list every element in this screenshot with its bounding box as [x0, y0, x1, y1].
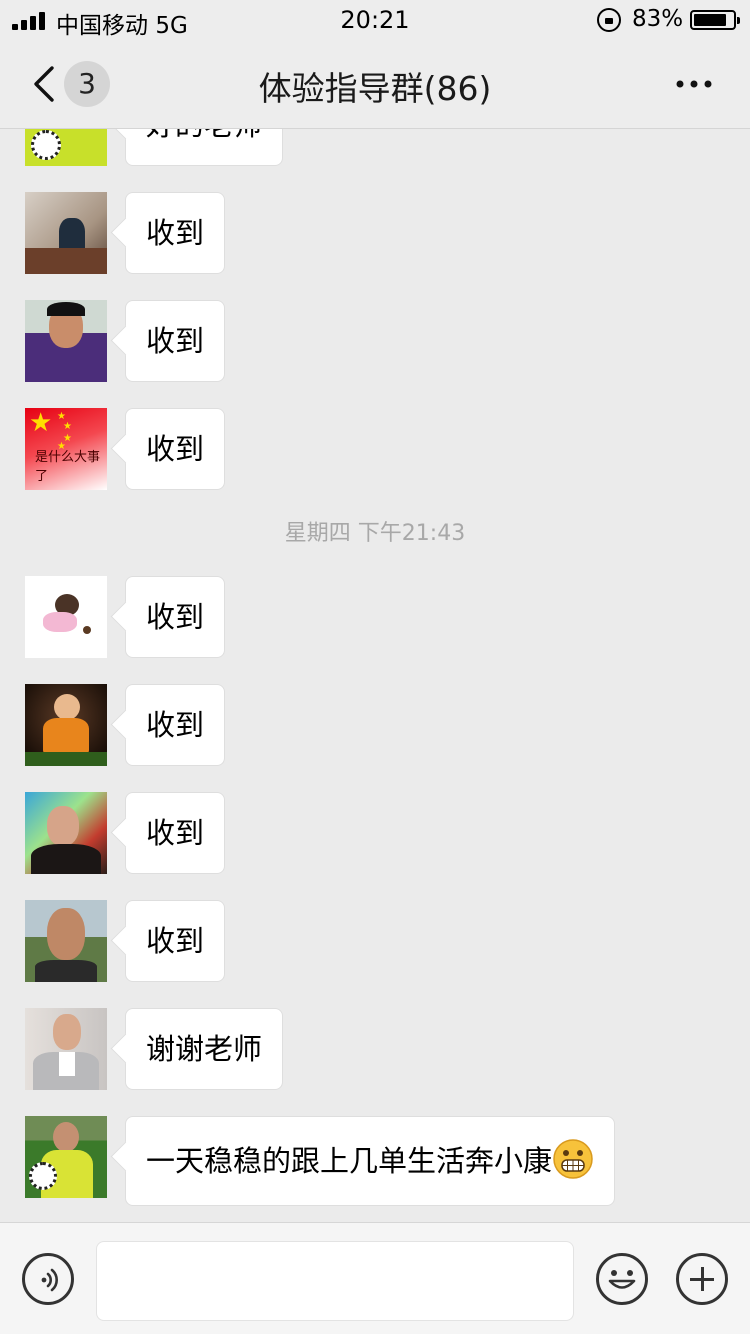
battery-percent: 83% [632, 6, 684, 32]
message-bubble[interactable]: 收到 [125, 192, 226, 274]
avatar[interactable]: ★ ★ ★ ★ ★ 是什么大事了 [25, 408, 107, 490]
message-bubble[interactable]: 收到 [125, 300, 226, 382]
message-bubble[interactable]: 一天稳稳的跟上几单生活奔小康 [125, 1116, 616, 1206]
avatar-dress [43, 612, 77, 632]
star-icon: ★ [29, 408, 53, 438]
page-title: 体验指导群(86) [258, 69, 492, 108]
emoji-button[interactable] [596, 1253, 648, 1305]
avatar-face [53, 1014, 81, 1050]
message-input[interactable] [96, 1241, 574, 1321]
soccer-ball [29, 1162, 57, 1190]
avatar[interactable] [25, 684, 107, 766]
chat-timestamp: 星期四 下午21:43 [284, 521, 466, 546]
smiley-icon [608, 1270, 636, 1289]
message-bubble[interactable]: 收到 [125, 684, 226, 766]
more-options-icon[interactable] [674, 74, 714, 94]
avatar-shirt [35, 960, 97, 982]
input-toolbar [0, 1222, 750, 1334]
avatar[interactable] [25, 192, 107, 274]
avatar-head [54, 694, 80, 720]
avatar[interactable] [25, 900, 107, 982]
voice-input-button[interactable] [22, 1253, 74, 1305]
more-functions-button[interactable] [676, 1253, 728, 1305]
avatar-grass [25, 752, 107, 766]
message-bubble[interactable]: 收到 [125, 408, 226, 490]
rotation-lock-icon [597, 8, 621, 32]
message-bubble[interactable]: 谢谢老师 [125, 1008, 284, 1090]
message-bubble[interactable]: 收到 [125, 900, 226, 982]
avatar[interactable] [25, 1008, 107, 1090]
avatar-dot [83, 626, 91, 634]
grinning-face-icon [553, 1139, 593, 1179]
chat-message-list[interactable]: 好的老师 收到 收到 ★ ★ ★ ★ ★ 是什么大事了 收到 星期四 下午21:… [0, 0, 750, 1222]
avatar-face [47, 806, 79, 846]
message-bubble[interactable]: 收到 [125, 792, 226, 874]
message-text: 一天稳稳的跟上几单生活奔小康 [146, 1144, 553, 1178]
battery-icon [690, 10, 740, 30]
avatar-caption: 是什么大事了 [35, 450, 101, 484]
avatar[interactable] [25, 300, 107, 382]
avatar-face [47, 908, 85, 960]
message-bubble[interactable]: 收到 [125, 576, 226, 658]
avatar[interactable] [25, 576, 107, 658]
header: 中国移动 5G 20:21 83% 3 体验指导群(86) [0, 0, 750, 129]
avatar-table [25, 248, 107, 274]
star-icon: ★ [63, 421, 72, 432]
avatar-head [53, 1122, 79, 1152]
status-bar: 中国移动 5G 20:21 83% [0, 0, 750, 40]
avatar-coat [31, 844, 101, 874]
avatar-collar [59, 1052, 75, 1076]
soccer-ball [31, 130, 61, 160]
avatar-robe [43, 718, 89, 754]
battery-level [694, 14, 726, 26]
voice-icon [41, 1268, 58, 1292]
avatar[interactable] [25, 1116, 107, 1198]
avatar-hair [47, 302, 85, 316]
avatar[interactable] [25, 792, 107, 874]
avatar-figure [59, 218, 85, 252]
